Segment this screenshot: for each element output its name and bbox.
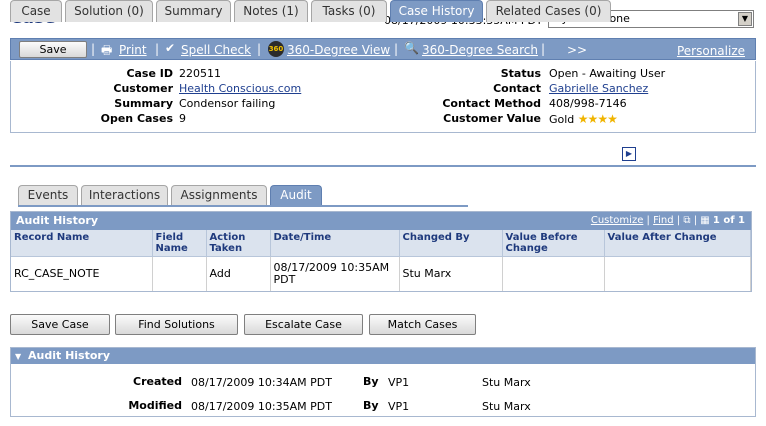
tab-notes[interactable]: Notes (1) [234,0,308,22]
toolbar-separator: | [257,42,262,56]
case-info-panel: Case ID 220511 Customer Health Conscious… [10,61,756,133]
arrow-right-icon[interactable]: ▶ [622,147,636,161]
customer-label: Customer [113,82,173,95]
star-rating-icon: ★★★★ [577,112,618,126]
subtab-interactions[interactable]: Interactions [81,185,168,206]
created-value: 08/17/2009 10:34AM PDT [191,376,332,389]
table-cell: 08/17/2009 10:35AM PDT [270,256,400,291]
table-cell: Add [206,256,271,291]
search-icon[interactable]: 🔍 [404,41,419,55]
chevron-down-icon[interactable]: ▼ [738,12,752,26]
open-cases-label: Open Cases [100,112,173,125]
modified-by-name: Stu Marx [482,400,531,413]
grid-tools-separator: | [693,215,698,226]
table-cell: Stu Marx [399,256,503,291]
modified-by-id: VP1 [388,400,410,413]
tab-case[interactable]: Case [10,0,62,22]
escalate-case-button[interactable]: Escalate Case [244,314,363,335]
contact-method-label: Contact Method [442,97,541,110]
personalize-link[interactable]: Personalize [677,44,745,58]
table-row[interactable]: RC_CASE_NOTE Add 08/17/2009 10:35AM PDT … [11,256,751,291]
toolbar-separator: | [155,42,160,56]
customer-link[interactable]: Health Conscious.com [179,82,301,95]
customize-link[interactable]: Customize [591,215,644,226]
contact-link[interactable]: Gabrielle Sanchez [549,82,648,95]
created-by-name: Stu Marx [482,376,531,389]
grid-title: Audit History [16,214,99,227]
toolbar-separator: | [541,42,546,56]
column-header: Changed By [399,230,503,257]
case-id-value: 220511 [179,67,221,80]
column-header: Record Name [11,230,153,257]
grid-tools-separator: | [676,215,681,226]
match-cases-button[interactable]: Match Cases [369,314,476,335]
toolbar-separator: | [394,42,399,56]
panel-title: Audit History [28,349,111,362]
print-link[interactable]: Print [119,43,147,57]
column-header: Value Before Change [502,230,605,257]
360-degree-search-link[interactable]: 360-Degree Search [422,43,538,57]
grid-pager: 1 of 1 [712,215,745,226]
created-by-label: By [363,375,379,388]
case-id-label: Case ID [126,67,173,80]
subtab-events[interactable]: Events [18,185,78,206]
customer-value: Gold ★★★★ [549,112,618,126]
table-cell [604,256,751,291]
table-cell [152,256,207,291]
360-icon[interactable]: 360 [268,41,284,57]
subtab-assignments[interactable]: Assignments [171,185,267,206]
toolbar-more-button[interactable]: >> [567,43,587,57]
tab-summary[interactable]: Summary [156,0,231,22]
status-label: Status [500,67,541,80]
subtab-audit[interactable]: Audit [270,185,322,206]
column-header: Date/Time [270,230,400,257]
collapse-triangle-icon[interactable]: ▼ [15,352,21,361]
tab-solution[interactable]: Solution (0) [65,0,153,22]
column-header: Value After Change [604,230,751,257]
view-all-icon[interactable]: ⧉ [683,215,690,226]
grid-tools: Customize | Find | ⧉ | ▦ 1 of 1 [591,212,745,229]
table-cell [502,256,605,291]
spell-check-icon[interactable]: ✔ [165,41,175,55]
find-solutions-button[interactable]: Find Solutions [115,314,238,335]
grid-tools-separator: | [646,215,650,226]
column-header: Field Name [152,230,207,257]
modified-value: 08/17/2009 10:35AM PDT [191,400,332,413]
find-link[interactable]: Find [653,215,674,226]
panel-header[interactable]: ▼ Audit History [11,348,755,364]
created-label: Created [133,375,182,388]
tab-case-history[interactable]: Case History [390,0,483,22]
customer-value-text: Gold [549,113,575,126]
column-header: Action Taken [206,230,271,257]
open-cases-value: 9 [179,112,186,125]
printer-icon[interactable]: 🖶 [101,41,112,62]
summary-value: Condensor failing [179,97,276,110]
customer-value-label: Customer Value [443,112,541,125]
summary-label: Summary [114,97,173,110]
tab-tasks[interactable]: Tasks (0) [311,0,387,22]
tabs-divider [10,165,756,167]
modified-by-label: By [363,399,379,412]
contact-label: Contact [493,82,541,95]
tab-related-cases[interactable]: Related Cases (0) [486,0,611,22]
status-value: Open - Awaiting User [549,67,666,80]
toolbar: Save | 🖶 Print | ✔ Spell Check | 360 360… [10,38,756,60]
grid-header: Audit History Customize | Find | ⧉ | ▦ 1… [11,212,751,230]
audit-table: Record Name Field Name Action Taken Date… [11,230,751,291]
created-by-id: VP1 [388,376,410,389]
download-grid-icon[interactable]: ▦ [700,215,709,226]
save-case-button[interactable]: Save Case [10,314,110,335]
contact-method-value: 408/998-7146 [549,97,627,110]
subtabs-divider [18,205,468,207]
360-degree-view-link[interactable]: 360-Degree View [287,43,390,57]
audit-history-grid: Audit History Customize | Find | ⧉ | ▦ 1… [10,211,752,292]
toolbar-separator: | [91,42,96,56]
modified-label: Modified [128,399,182,412]
audit-history-panel: ▼ Audit History Created 08/17/2009 10:34… [10,347,756,417]
spell-check-link[interactable]: Spell Check [181,43,251,57]
table-header-row: Record Name Field Name Action Taken Date… [11,230,751,257]
toolbar-save-button[interactable]: Save [19,41,87,58]
table-cell: RC_CASE_NOTE [11,256,153,291]
